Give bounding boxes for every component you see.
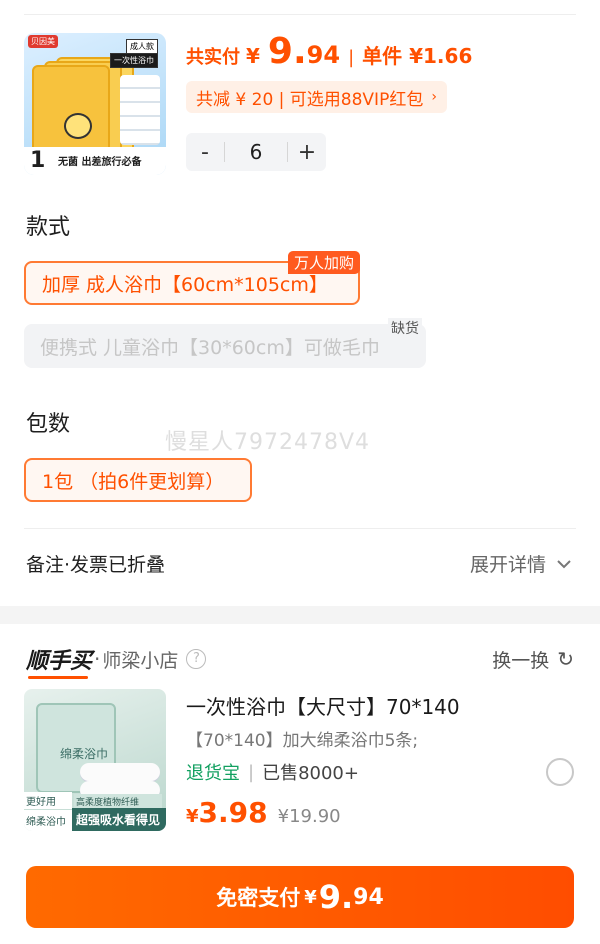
quantity-input[interactable]: 6	[224, 142, 288, 162]
out-of-stock-badge: 缺货	[388, 318, 422, 338]
recommend-title[interactable]: 一次性浴巾【大尺寸】70*140	[186, 691, 460, 720]
discount-promo-button[interactable]: 共减 ¥ 20 | 可选用88VIP红包 ›	[186, 81, 447, 113]
increase-quantity-button[interactable]: +	[288, 140, 326, 165]
total-price-label: 共实付	[186, 47, 240, 68]
promo-text: 共减 ¥ 20 | 可选用88VIP红包	[196, 89, 424, 110]
recommend-price: ¥ 3.98 ¥19.90	[186, 796, 341, 829]
product-brand-tag: 贝因美	[28, 35, 58, 48]
product-image-count: 1	[30, 148, 46, 173]
title-dot: ·	[94, 647, 101, 671]
currency-symbol: ¥	[246, 44, 260, 68]
image-label: 更好用	[24, 792, 72, 809]
product-tag-adult: 成人款	[126, 39, 158, 54]
pack-section-title: 包数	[26, 412, 71, 437]
recommend-product-image[interactable]: 绵柔浴巾 更好用 高柔度植物纤维 绵柔浴巾 超强吸水看得见	[24, 689, 166, 831]
help-icon[interactable]: ?	[186, 649, 207, 669]
pay-amount-integer: 9.	[318, 878, 354, 916]
recommend-select-radio[interactable]	[546, 758, 574, 786]
refresh-icon: ↻	[557, 647, 574, 671]
sold-count: 已售8000+	[262, 763, 359, 784]
price-separator: |	[348, 47, 355, 68]
section-gap	[0, 606, 600, 624]
popular-badge: 万人加购	[287, 251, 360, 274]
currency-symbol: ¥	[186, 806, 199, 827]
expand-details-label: 展开详情	[469, 554, 546, 576]
notes-label: 备注·发票已折叠	[26, 554, 166, 576]
meta-separator: |	[248, 761, 255, 783]
image-label: 绵柔浴巾	[24, 810, 72, 831]
shop-name[interactable]: 师梁小店	[102, 646, 178, 673]
chevron-down-icon	[556, 554, 572, 573]
image-label: 超强吸水看得见	[72, 808, 166, 831]
style-option-adult[interactable]: 加厚 成人浴巾【60cm*105cm】 万人加购	[24, 251, 360, 305]
product-tag-type: 一次性浴巾	[110, 53, 158, 68]
towel-roll-graphic	[80, 763, 160, 781]
notes-row[interactable]: 备注·发票已折叠 展开详情	[26, 550, 572, 577]
total-price-row: 共实付 ¥ 9. 94 | 单件 ¥1.66	[186, 34, 472, 70]
pay-button-label: 免密支付	[216, 886, 301, 910]
expand-details-button[interactable]: 展开详情	[470, 550, 572, 577]
recommend-meta: 退货宝 | 已售8000+	[186, 759, 359, 785]
add-on-header: 顺手买 · 师梁小店 ? 换一换 ↻	[26, 643, 574, 679]
return-insurance-tag: 退货宝	[186, 763, 240, 784]
shunshoumai-logo: 顺手买	[26, 643, 92, 679]
style-option-child[interactable]: 便携式 儿童浴巾【30*60cm】可做毛巾 缺货	[24, 318, 426, 368]
add-on-title-group: 顺手买 · 师梁小店 ?	[26, 643, 207, 679]
total-price-integer: 9.	[267, 31, 307, 72]
chevron-right-icon: ›	[431, 89, 437, 105]
top-divider	[24, 14, 576, 15]
towel-stack-graphic	[120, 75, 160, 145]
bag-text: 绵柔浴巾	[60, 747, 109, 761]
image-label: 高柔度植物纤维	[74, 794, 162, 809]
pay-amount-decimal: 94	[353, 884, 384, 910]
pay-button[interactable]: 免密支付 ¥ 9. 94	[26, 866, 574, 928]
product-image[interactable]: 贝因美 成人款 一次性浴巾 无菌 出差旅行必备 1	[24, 33, 166, 175]
unit-price: 单件 ¥1.66	[362, 44, 473, 68]
total-price-decimal: 94	[306, 41, 341, 69]
quantity-stepper[interactable]: - 6 +	[186, 133, 326, 171]
pack-option-1[interactable]: 1包 （拍6件更划算）	[24, 458, 252, 502]
pack-option-label: 1包 （拍6件更划算）	[42, 470, 225, 493]
decrease-quantity-button[interactable]: -	[186, 140, 224, 165]
recommend-price-value: 3.98	[198, 796, 268, 829]
original-price: ¥19.90	[277, 806, 341, 827]
watermark: 慢星人7972478V4	[165, 430, 371, 455]
style-option-label: 加厚 成人浴巾【60cm*105cm】	[42, 273, 328, 296]
recommend-subtitle: 【70*140】加大绵柔浴巾5条;	[186, 731, 419, 751]
section-divider	[24, 528, 576, 529]
currency-symbol: ¥	[304, 886, 317, 908]
refresh-button[interactable]: 换一换 ↻	[492, 646, 574, 673]
style-section-title: 款式	[26, 215, 71, 240]
refresh-label: 换一换	[492, 649, 550, 672]
style-option-label: 便携式 儿童浴巾【30*60cm】可做毛巾	[40, 336, 380, 359]
duck-graphic	[64, 113, 92, 139]
